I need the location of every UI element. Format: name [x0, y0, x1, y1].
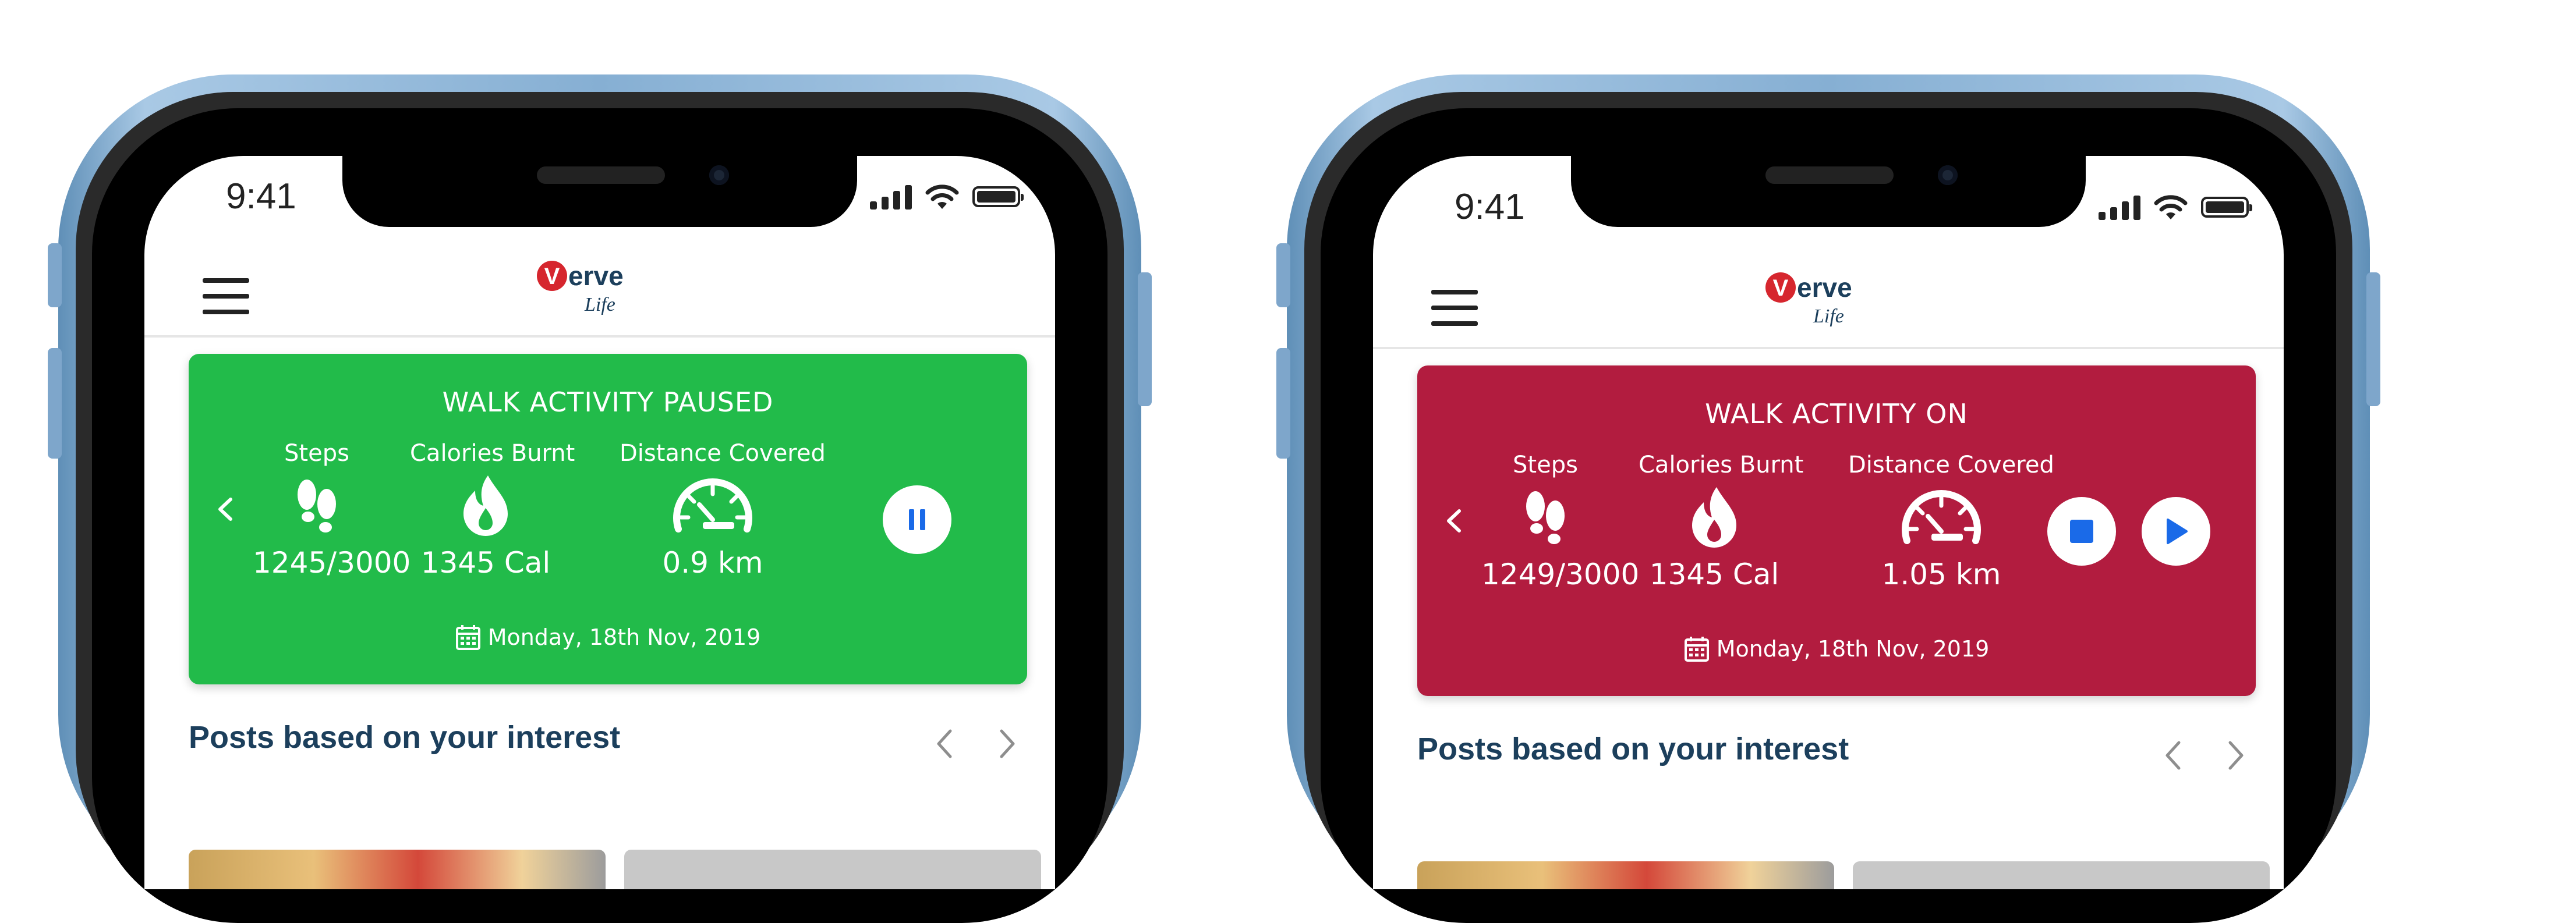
- menu-icon[interactable]: [1431, 290, 1478, 326]
- steps-value: 1249/3000: [1481, 558, 1640, 591]
- svg-text:erve: erve: [1797, 272, 1852, 303]
- distance-stat: Distance Covered 0.9 km: [620, 440, 826, 580]
- app-header: V erve Life: [1373, 237, 2284, 349]
- footprints-icon: [1481, 482, 1609, 552]
- flame-icon: [1639, 482, 1790, 552]
- verve-life-logo: V erve Life: [537, 261, 624, 315]
- flame-icon: [410, 470, 561, 540]
- status-time: 9:41: [226, 176, 296, 216]
- pause-icon: [909, 509, 925, 530]
- side-button: [48, 243, 62, 307]
- signal-icon: [2099, 194, 2140, 220]
- wifi-icon: [2154, 195, 2188, 219]
- play-icon: [2167, 519, 2188, 544]
- side-button: [1276, 243, 1290, 307]
- power-button: [2366, 272, 2380, 406]
- steps-stat: Steps 1245/3000: [253, 440, 411, 580]
- post-thumbnail[interactable]: [189, 850, 606, 889]
- svg-text:V: V: [1773, 275, 1789, 301]
- calories-stat: Calories Burnt 1345 Cal: [1639, 452, 1804, 591]
- phone-screen: 9:41 V erve Life W: [1373, 156, 2284, 889]
- svg-text:Life: Life: [584, 294, 615, 315]
- volume-button: [48, 348, 62, 459]
- front-camera: [1938, 165, 1958, 185]
- chevron-left-icon[interactable]: [211, 494, 242, 525]
- posts-next-icon[interactable]: [995, 726, 1020, 761]
- calories-value: 1345 Cal: [1649, 558, 1779, 591]
- calendar-icon: [1684, 637, 1709, 662]
- stop-button[interactable]: [2047, 497, 2116, 566]
- speaker: [537, 166, 665, 184]
- volume-button: [1276, 348, 1290, 459]
- distance-label: Distance Covered: [1848, 452, 2054, 478]
- footprints-icon: [253, 470, 381, 540]
- svg-text:Life: Life: [1813, 306, 1844, 327]
- stop-icon: [2070, 520, 2093, 543]
- battery-icon: [972, 186, 1024, 207]
- date-text: Monday, 18th Nov, 2019: [1716, 636, 1990, 662]
- posts-section-title: Posts based on your interest: [189, 720, 621, 755]
- distance-label: Distance Covered: [620, 440, 826, 467]
- calories-label: Calories Burnt: [410, 440, 575, 467]
- power-button: [1138, 272, 1152, 406]
- steps-stat: Steps 1249/3000: [1481, 452, 1640, 591]
- steps-label: Steps: [284, 440, 349, 467]
- calendar-icon: [455, 625, 480, 650]
- svg-text:erve: erve: [568, 261, 624, 291]
- posts-next-icon[interactable]: [2223, 738, 2249, 773]
- front-camera: [709, 165, 729, 185]
- svg-text:V: V: [544, 264, 560, 289]
- posts-prev-icon[interactable]: [2160, 738, 2186, 773]
- phone-mockup-active: 9:41 V erve Life WALK ACTIVITY ON Steps …: [1276, 74, 2380, 923]
- distance-value: 1.05 km: [1881, 558, 2001, 591]
- calories-stat: Calories Burnt 1345 Cal: [410, 440, 575, 580]
- notch: [342, 156, 857, 227]
- status-time: 9:41: [1455, 187, 1525, 227]
- wifi-icon: [925, 184, 959, 209]
- posts-section-title: Posts based on your interest: [1417, 732, 1849, 766]
- distance-stat: Distance Covered 1.05 km: [1848, 452, 2054, 591]
- calories-label: Calories Burnt: [1639, 452, 1804, 478]
- activity-title: WALK ACTIVITY PAUSED: [442, 386, 774, 418]
- date-text: Monday, 18th Nov, 2019: [487, 624, 761, 650]
- chevron-left-icon[interactable]: [1439, 505, 1471, 537]
- steps-label: Steps: [1513, 452, 1578, 478]
- battery-icon: [2201, 197, 2252, 218]
- notch: [1571, 156, 2086, 227]
- speedometer-icon: [620, 470, 806, 540]
- phone-mockup-paused: 9:41 V erve Life WALK ACTIVITY PAUSED St…: [48, 74, 1152, 923]
- distance-value: 0.9 km: [662, 546, 763, 580]
- speaker: [1765, 166, 1894, 184]
- signal-icon: [870, 184, 912, 210]
- posts-prev-icon[interactable]: [932, 726, 957, 761]
- activity-title: WALK ACTIVITY ON: [1705, 398, 1968, 429]
- pause-button[interactable]: [883, 485, 951, 554]
- status-icons: [2099, 190, 2252, 225]
- activity-date: Monday, 18th Nov, 2019: [1417, 636, 2256, 662]
- post-thumbnail[interactable]: [1417, 861, 1834, 889]
- activity-date: Monday, 18th Nov, 2019: [189, 624, 1027, 651]
- phone-screen: 9:41 V erve Life W: [144, 156, 1055, 889]
- speedometer-icon: [1848, 482, 2034, 552]
- calories-value: 1345 Cal: [420, 546, 551, 580]
- post-thumbnail[interactable]: [1853, 861, 2270, 889]
- steps-value: 1245/3000: [253, 546, 411, 580]
- walk-activity-card: WALK ACTIVITY ON Steps 1249/3000 Calorie…: [1417, 365, 2256, 696]
- menu-icon[interactable]: [203, 278, 249, 314]
- status-icons: [870, 179, 1024, 214]
- post-thumbnail[interactable]: [624, 850, 1041, 889]
- play-button[interactable]: [2142, 497, 2210, 566]
- walk-activity-card: WALK ACTIVITY PAUSED Steps 1245/3000 Cal…: [189, 354, 1027, 684]
- verve-life-logo: V erve Life: [1765, 272, 1852, 327]
- app-header: V erve Life: [144, 226, 1055, 338]
